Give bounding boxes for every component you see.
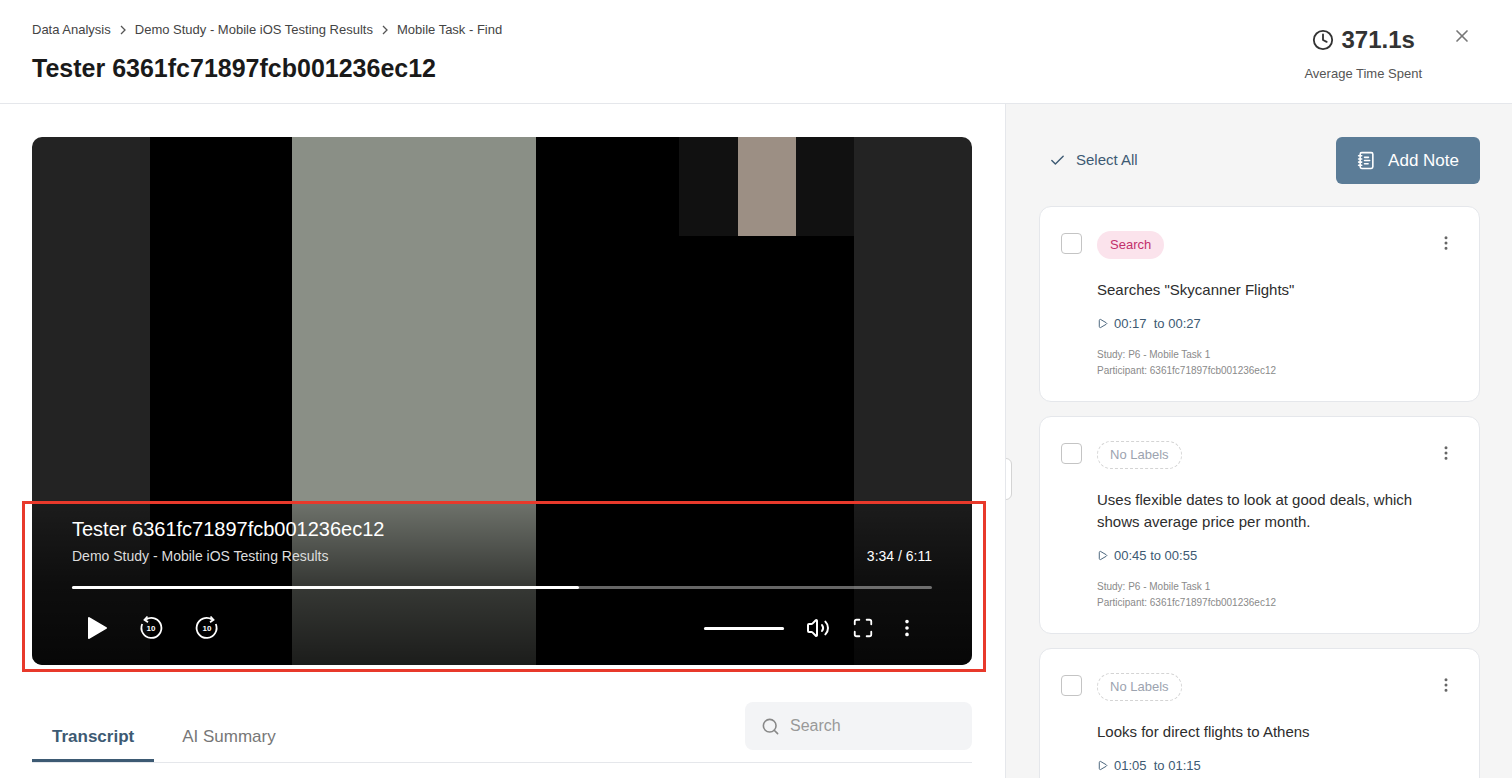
note-participant: Participant: 6361fc71897fcb001236ec12 xyxy=(1097,363,1455,379)
note-study: Study: P6 - Mobile Task 1 xyxy=(1097,579,1455,595)
forward-icon[interactable]: 10 xyxy=(194,615,220,641)
note-study: Study: P6 - Mobile Task 1 xyxy=(1097,347,1455,363)
note-tag[interactable]: No Labels xyxy=(1097,673,1182,701)
page-title: Tester 6361fc71897fcb001236ec12 xyxy=(32,50,502,88)
player-controls: Tester 6361fc71897fcb001236ec12 Demo Stud… xyxy=(32,502,972,665)
close-icon[interactable] xyxy=(1452,26,1472,46)
play-icon xyxy=(1097,550,1108,561)
add-note-button[interactable]: Add Note xyxy=(1336,137,1480,184)
play-icon[interactable] xyxy=(86,616,108,640)
note-card[interactable]: Search Searches "Skycanner Flights" 00:17 … xyxy=(1039,206,1480,402)
tab[interactable]: AI Summary xyxy=(162,724,296,763)
webcam-frame xyxy=(679,137,854,236)
more-icon[interactable] xyxy=(896,617,918,639)
volume-icon[interactable] xyxy=(806,616,830,640)
more-icon[interactable] xyxy=(1437,234,1455,252)
main-panel: Tester 6361fc71897fcb001236ec12 Demo Stud… xyxy=(0,104,1005,778)
note-participant: Participant: 6361fc71897fcb001236ec12 xyxy=(1097,595,1455,611)
note-card[interactable]: No Labels Looks for direct flights to Ath… xyxy=(1039,648,1480,778)
play-icon xyxy=(1097,760,1108,771)
breadcrumb: Data Analysis Demo Study - Mobile iOS Tes… xyxy=(32,20,502,40)
note-card[interactable]: No Labels Uses flexible dates to look at … xyxy=(1039,416,1480,634)
search-field[interactable]: Search xyxy=(745,702,972,750)
note-checkbox[interactable] xyxy=(1061,443,1082,464)
check-icon xyxy=(1049,152,1066,169)
progress-bar[interactable] xyxy=(72,586,932,589)
breadcrumb-item[interactable]: Data Analysis xyxy=(32,20,111,40)
volume-slider[interactable] xyxy=(704,627,784,630)
player-subtitle: Demo Study - Mobile iOS Testing Results xyxy=(72,546,329,567)
tab-bar: TranscriptAI Summary xyxy=(32,724,296,763)
video-player[interactable]: Tester 6361fc71897fcb001236ec12 Demo Stud… xyxy=(32,137,972,665)
note-range[interactable]: 00:45 to 00:55 xyxy=(1097,546,1455,566)
note-tag[interactable]: No Labels xyxy=(1097,441,1182,469)
play-icon xyxy=(1097,318,1108,329)
resize-handle[interactable] xyxy=(1005,458,1012,500)
notes-panel: Select All Add Note Search Searches "Skycan… xyxy=(1005,104,1512,778)
note-checkbox[interactable] xyxy=(1061,233,1082,254)
note-checkbox[interactable] xyxy=(1061,675,1082,696)
fullscreen-icon[interactable] xyxy=(852,617,874,639)
breadcrumb-item[interactable]: Demo Study - Mobile iOS Testing Results xyxy=(135,20,373,40)
note-tag[interactable]: Search xyxy=(1097,231,1164,259)
clock-icon xyxy=(1312,29,1334,51)
note-range[interactable]: 01:05 to 01:15 xyxy=(1097,756,1455,776)
app: Data Analysis Demo Study - Mobile iOS Tes… xyxy=(0,0,1512,778)
note-icon xyxy=(1357,151,1376,170)
search-icon xyxy=(761,717,780,736)
more-icon[interactable] xyxy=(1437,676,1455,694)
note-text: Uses flexible dates to look at good deal… xyxy=(1097,489,1455,533)
chevron-icon xyxy=(119,25,127,35)
more-icon[interactable] xyxy=(1437,444,1455,462)
header: Data Analysis Demo Study - Mobile iOS Tes… xyxy=(0,0,1512,104)
timer: 371.1sAverage Time Spent xyxy=(1304,22,1422,84)
note-range[interactable]: 00:17 to 00:27 xyxy=(1097,314,1455,334)
player-title: Tester 6361fc71897fcb001236ec12 xyxy=(72,516,932,542)
highlight-box xyxy=(22,501,986,672)
breadcrumb-item[interactable]: Mobile Task - Find xyxy=(397,20,502,40)
tab[interactable]: Transcript xyxy=(32,724,154,763)
note-text: Looks for direct flights to Athens xyxy=(1097,721,1455,743)
chevron-icon xyxy=(381,25,389,35)
note-text: Searches "Skycanner Flights" xyxy=(1097,279,1455,301)
rewind-icon[interactable]: 10 xyxy=(138,615,164,641)
select-all[interactable]: Select All xyxy=(1039,149,1138,172)
player-time: 3:34 / 6:11 xyxy=(867,546,932,567)
note-list: Search Searches "Skycanner Flights" 00:17 … xyxy=(1039,206,1480,778)
